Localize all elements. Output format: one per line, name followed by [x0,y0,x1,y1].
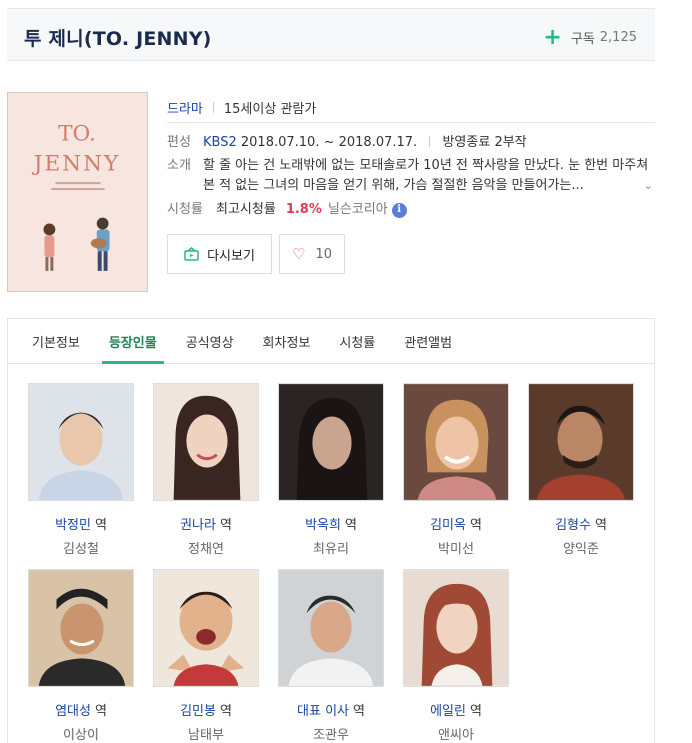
actor-name[interactable]: 최유리 [278,538,384,557]
synopsis-label: 소개 [167,158,191,173]
watch-again-button[interactable]: 다시보기 [167,234,272,274]
program-header: 투 제니(TO. JENNY) + 구독 2,125 [7,8,655,61]
cast-card[interactable]: 권나라 역 정채연 [153,383,259,557]
heart-icon: ♡ [292,245,306,263]
actor-name[interactable]: 김성철 [28,538,134,557]
cast-photo[interactable] [528,383,634,501]
highest-ratings-value: 1.8% [285,202,322,217]
synopsis-row: 소개 할 줄 아는 건 노래밖에 없는 모태솔로가 10년 전 짝사랑을 만났다… [167,156,655,196]
cast-photo[interactable] [403,569,509,687]
tab-cast[interactable]: 등장인물 [101,319,165,364]
ratings-source: 닐슨코리아 [327,202,388,217]
divider [429,136,431,147]
tab-ratings[interactable]: 시청률 [331,319,383,363]
cast-photo[interactable] [403,383,509,501]
cast-photo[interactable] [153,569,259,687]
role-name[interactable]: 권나라 역 [153,514,259,533]
age-rating: 15세이상 관람가 [223,101,317,117]
replay-icon [184,247,199,261]
watch-again-label: 다시보기 [207,248,255,264]
poster-title-1: TO. [58,122,96,147]
genre-link[interactable]: 드라마 [167,98,203,117]
like-button[interactable]: ♡ 10 [279,234,345,274]
ratings-value: 최고시청률 1.8% 닐슨코리아 i [216,200,407,220]
role-name[interactable]: 김형수 역 [528,514,634,533]
tab-bar: 기본정보 등장인물 공식영상 회차정보 시청률 관련앨범 [8,319,654,364]
synopsis-text: 할 줄 아는 건 노래밖에 없는 모태솔로가 10년 전 짝사랑을 만났다. 눈… [203,158,649,193]
channel-link[interactable]: KBS2 [203,135,237,150]
highest-ratings-label: 최고시청률 [216,202,276,217]
cast-card[interactable]: 박옥희 역 최유리 [278,383,384,557]
cast-card[interactable]: 에일린 역 앤씨아 [403,569,509,743]
tab-episodes[interactable]: 회차정보 [255,319,319,363]
cast-photo[interactable] [28,569,134,687]
tab-basic-info[interactable]: 기본정보 [24,319,88,363]
genre-row: 드라마 15세이상 관람가 [167,92,655,123]
content-panel: 기본정보 등장인물 공식영상 회차정보 시청률 관련앨범 박정민 역 김성철 권나… [7,318,655,743]
role-name[interactable]: 김미옥 역 [403,514,509,533]
actor-name[interactable]: 박미선 [403,538,509,557]
broadcast-row: 편성 KBS2 2018.07.10. ~ 2018.07.17. 방영종료 2… [167,133,655,153]
actor-name[interactable]: 조관우 [278,724,384,743]
cast-card[interactable]: 박정민 역 김성철 [28,383,134,557]
poster-image[interactable]: TO. JENNY [7,92,148,292]
program-title[interactable]: 투 제니(TO. JENNY) [24,24,212,51]
cast-card[interactable]: 대표 이사 역 조관우 [278,569,384,743]
broadcast-value: KBS2 2018.07.10. ~ 2018.07.17. 방영종료 2부작 [203,133,527,153]
info-icon[interactable]: i [391,202,407,218]
cast-photo[interactable] [28,383,134,501]
poster-title-2: JENNY [32,151,121,176]
ratings-label: 시청률 [167,202,203,217]
poster-illustration: TO. JENNY [8,93,147,291]
cast-card[interactable]: 염대성 역 이상이 [28,569,134,743]
like-count: 10 [315,246,332,262]
cast-card[interactable]: 김민봉 역 남태부 [153,569,259,743]
actor-name[interactable]: 남태부 [153,724,259,743]
plus-icon: + [543,24,562,50]
actor-name[interactable]: 정채연 [153,538,259,557]
role-name[interactable]: 김민봉 역 [153,700,259,719]
subscribe-label: 구독 [570,32,595,47]
actor-name[interactable]: 양익준 [528,538,634,557]
role-name[interactable]: 박옥희 역 [278,514,384,533]
cast-card[interactable]: 김미옥 역 박미선 [403,383,509,557]
role-name[interactable]: 박정민 역 [28,514,134,533]
tab-related-album[interactable]: 관련앨범 [396,319,460,363]
chevron-down-icon[interactable]: ⌄ [644,176,653,196]
actor-name[interactable]: 앤씨아 [403,724,509,743]
role-name[interactable]: 대표 이사 역 [278,700,384,719]
program-info: 드라마 15세이상 관람가 편성 KBS2 2018.07.10. ~ 2018… [167,92,655,222]
cast-card[interactable]: 김형수 역 양익준 [528,383,634,557]
role-name[interactable]: 에일린 역 [403,700,509,719]
broadcast-period: 2018.07.10. ~ 2018.07.17. [240,135,418,150]
role-name[interactable]: 염대성 역 [28,700,134,719]
subscribe-button[interactable]: + 구독 2,125 [543,24,637,50]
tab-official-video[interactable]: 공식영상 [178,319,242,363]
divider [212,101,214,113]
subscribe-count: 2,125 [599,30,637,45]
broadcast-status: 방영종료 2부작 [442,135,527,150]
cast-photo[interactable] [278,569,384,687]
action-buttons: 다시보기 ♡ 10 [167,234,345,274]
ratings-row: 시청률 최고시청률 1.8% 닐슨코리아 i [167,200,655,222]
cast-photo[interactable] [278,383,384,501]
cast-photo[interactable] [153,383,259,501]
broadcast-label: 편성 [167,135,191,150]
actor-name[interactable]: 이상이 [28,724,134,743]
